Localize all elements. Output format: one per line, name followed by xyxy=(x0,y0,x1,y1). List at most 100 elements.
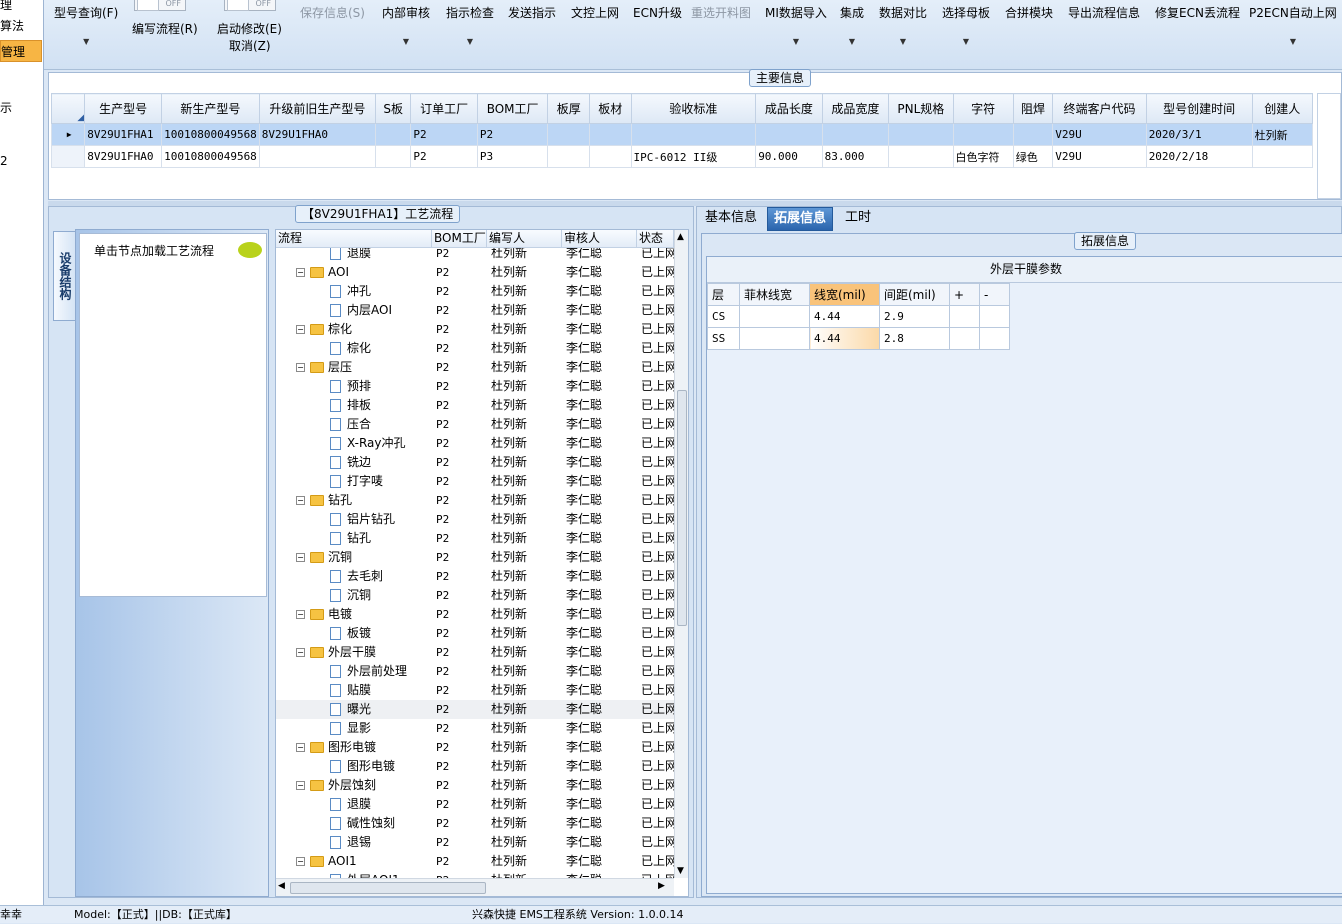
tree-row[interactable]: 钻孔 P2 杜列新 李仁聪 已上网 xyxy=(276,529,674,548)
tree-node[interactable]: 沉铜 xyxy=(276,586,430,605)
tree-node[interactable]: − 层压 xyxy=(276,358,430,377)
tree-node[interactable]: 压合 xyxy=(276,415,430,434)
table-cell[interactable]: 8V29U1FHA0 xyxy=(84,145,163,168)
integrate-button[interactable]: 集成 ▼ xyxy=(840,4,864,46)
tree-row[interactable]: 去毛刺 P2 杜列新 李仁聪 已上网 xyxy=(276,567,674,586)
table-cell[interactable]: 杜列新 xyxy=(1251,123,1314,146)
table-cell[interactable] xyxy=(888,123,954,146)
tree-row[interactable]: 外层AOI1 P2 杜列新李仁聪已上网 xyxy=(276,871,674,878)
tree-row[interactable]: 棕化 P2 杜列新 李仁聪 已上网 xyxy=(276,339,674,358)
tree-node[interactable]: − AOI1 xyxy=(276,852,430,871)
tree-node[interactable]: 铣边 xyxy=(276,453,430,472)
indicator-check-button[interactable]: 指示检查 ▼ xyxy=(446,4,494,46)
table-cell[interactable]: 10010800049568 xyxy=(161,123,260,146)
tab-extended-info[interactable]: 拓展信息 xyxy=(767,207,834,231)
mi-import-button[interactable]: MI数据导入 ▼ xyxy=(765,4,827,46)
table-cell[interactable] xyxy=(630,123,757,146)
table-cell[interactable] xyxy=(258,145,377,168)
vertical-scrollbar[interactable]: ▲ ▼ xyxy=(674,230,688,878)
col-header[interactable]: 升级前旧生产型号 xyxy=(258,93,377,124)
tree-row[interactable]: − 外层干膜 P2 杜列新 李仁聪 已上网 xyxy=(276,643,674,662)
tree-node[interactable]: 打字唛 xyxy=(276,472,430,491)
tree-row[interactable]: − 层压 P2 杜列新 李仁聪 已上网 xyxy=(276,358,674,377)
param-cell[interactable]: 2.9 xyxy=(879,305,950,328)
tree-row[interactable]: − 沉铜 P2 杜列新 李仁聪 已上网 xyxy=(276,548,674,567)
tree-row[interactable]: X-Ray冲孔 P2 杜列新 李仁聪 已上网 xyxy=(276,434,674,453)
tree-node[interactable]: 图形电镀 xyxy=(276,757,430,776)
tree-row[interactable]: 图形电镀 P2 杜列新 李仁聪 已上网 xyxy=(276,757,674,776)
tree-row[interactable]: 退膜 P2 杜列新 李仁聪 已上网 xyxy=(276,795,674,814)
table-cell[interactable]: 绿色 xyxy=(1012,145,1054,168)
col-header[interactable]: 成品宽度 xyxy=(821,93,890,124)
tree-row[interactable]: 板镀 P2 杜列新 李仁聪 已上网 xyxy=(276,624,674,643)
tree-row[interactable]: 铝片钻孔 P2 杜列新 李仁聪 已上网 xyxy=(276,510,674,529)
param-cell[interactable] xyxy=(739,327,810,350)
left-nav-item-3[interactable]: 示 xyxy=(0,97,42,119)
col-header[interactable]: 订单工厂 xyxy=(410,93,478,124)
tree-row[interactable]: 外层前处理 P2 杜列新 李仁聪 已上网 xyxy=(276,662,674,681)
remove-column-button[interactable]: - xyxy=(979,283,1010,306)
col-header[interactable]: 创建人 xyxy=(1251,93,1314,124)
tree-row[interactable]: 打字唛 P2 杜列新 李仁聪 已上网 xyxy=(276,472,674,491)
tree-node[interactable]: − 电镀 xyxy=(276,605,430,624)
tree-row[interactable]: 冲孔 P2 杜列新 李仁聪 已上网 xyxy=(276,282,674,301)
tree-node[interactable]: 板镀 xyxy=(276,624,430,643)
start-modify-toggle[interactable]: OFF xyxy=(224,0,276,11)
col-header[interactable]: 新生产型号 xyxy=(161,93,260,124)
internal-review-button[interactable]: 内部审核 ▼ xyxy=(382,4,430,46)
left-nav-item-1[interactable]: 算法 xyxy=(0,15,42,37)
param-cell[interactable] xyxy=(739,305,810,328)
table-cell[interactable]: 白色字符 xyxy=(952,145,1014,168)
send-indicator-button[interactable]: 发送指示 xyxy=(508,4,556,21)
param-cell[interactable] xyxy=(979,305,1010,328)
table-cell[interactable] xyxy=(1012,123,1054,146)
table-cell[interactable]: P3 xyxy=(476,145,549,168)
tab-basic-info[interactable]: 基本信息 xyxy=(699,207,763,231)
table-cell[interactable]: 10010800049568 xyxy=(161,145,260,168)
scroll-right-icon[interactable]: ▶ xyxy=(658,881,665,891)
horizontal-scroll-thumb[interactable] xyxy=(290,882,486,894)
tree-node[interactable]: − 棕化 xyxy=(276,320,430,339)
param-cell[interactable] xyxy=(949,305,980,328)
table-cell[interactable]: 8V29U1FHA1 xyxy=(84,123,163,146)
tree-node[interactable]: 铝片钻孔 xyxy=(276,510,430,529)
tree-node[interactable]: X-Ray冲孔 xyxy=(276,434,430,453)
param-col-header[interactable]: 线宽(mil) xyxy=(809,283,880,306)
table-cell[interactable] xyxy=(589,123,632,146)
table-cell[interactable] xyxy=(375,123,412,146)
tree-row[interactable]: 碱性蚀刻 P2 杜列新 李仁聪 已上网 xyxy=(276,814,674,833)
tree-row[interactable]: 退锡 P2 杜列新 李仁聪 已上网 xyxy=(276,833,674,852)
tree-row[interactable]: − 图形电镀 P2 杜列新 李仁聪 已上网 xyxy=(276,738,674,757)
tree-row[interactable]: 铣边 P2 杜列新 李仁聪 已上网 xyxy=(276,453,674,472)
table-cell[interactable] xyxy=(547,123,590,146)
tree-node[interactable]: − 钻孔 xyxy=(276,491,430,510)
table-cell[interactable] xyxy=(589,145,632,168)
col-header[interactable]: S板 xyxy=(375,93,412,124)
doc-upload-button[interactable]: 文控上网 xyxy=(571,4,619,21)
tree-col-header[interactable]: 编写人 xyxy=(487,230,562,248)
p2ecn-auto-button[interactable]: P2ECN自动上网 ▼ xyxy=(1249,4,1337,46)
col-header[interactable]: PNL规格 xyxy=(888,93,954,124)
tree-row[interactable]: − 钻孔 P2 杜列新 李仁聪 已上网 xyxy=(276,491,674,510)
tree-node[interactable]: 外层前处理 xyxy=(276,662,430,681)
collapse-icon[interactable]: − xyxy=(296,496,305,505)
left-nav-item-4[interactable]: 2 xyxy=(0,150,42,172)
tree-row[interactable]: − 棕化 P2 杜列新 李仁聪 已上网 xyxy=(276,320,674,339)
tree-col-header[interactable]: 状态 xyxy=(637,230,674,248)
tree-node[interactable]: 外层AOI1 xyxy=(276,871,430,878)
tree-col-header[interactable]: 流程 xyxy=(276,230,432,248)
tree-row[interactable]: − AOI1 P2 杜列新 李仁聪 已上网 xyxy=(276,852,674,871)
table-row[interactable]: ▶ 8V29U1FHA1 10010800049568 8V29U1FHA0 P2 P2 V… xyxy=(50,123,1314,146)
tree-node[interactable]: 退膜 xyxy=(276,795,430,814)
tree-row[interactable]: 内层AOI P2 杜列新 李仁聪 已上网 xyxy=(276,301,674,320)
collapse-icon[interactable]: − xyxy=(296,553,305,562)
param-cell[interactable] xyxy=(979,327,1010,350)
tab-work-hours[interactable]: 工时 xyxy=(839,207,877,231)
start-modify-button[interactable]: 启动修改(E) xyxy=(217,20,282,37)
row-indicator[interactable] xyxy=(50,145,86,168)
tree-row[interactable]: 曝光 P2 杜列新 李仁聪 已上网 xyxy=(276,700,674,719)
tree-node[interactable]: 显影 xyxy=(276,719,430,738)
col-header[interactable]: 板材 xyxy=(589,93,632,124)
tree-node[interactable]: 棕化 xyxy=(276,339,430,358)
tree-row[interactable]: − 外层蚀刻 P2 杜列新 李仁聪 已上网 xyxy=(276,776,674,795)
